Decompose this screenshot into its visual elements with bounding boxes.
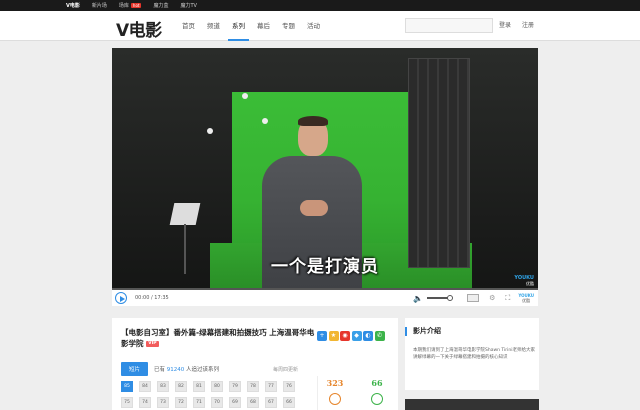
vote-down-count: 66: [371, 378, 383, 388]
episode-button[interactable]: 70: [211, 397, 223, 408]
episode-row: 85 84 83 82 81 80 79 78 77 76: [121, 381, 301, 392]
presenter-hands: [300, 200, 328, 216]
episode-button[interactable]: 78: [247, 381, 259, 392]
episode-button[interactable]: 84: [139, 381, 151, 392]
film-intro-heading: 影片介绍: [405, 327, 441, 336]
wechat-icon[interactable]: ✆: [374, 331, 385, 341]
episode-button[interactable]: 72: [175, 397, 187, 408]
episode-button[interactable]: 81: [193, 381, 205, 392]
video-info-card: 【电影自习室】番外篇-绿幕搭建和拍摄技巧 上海温哥华电影学院 VIP + ★ ◉…: [112, 318, 398, 410]
volume-icon[interactable]: 🔈: [413, 294, 423, 303]
film-intro-description: 本期我们请到了上海温哥华电影学院Shawn Tirini老师给大家讲解绿幕的一下…: [413, 348, 535, 360]
qzone-icon[interactable]: ★: [328, 331, 339, 341]
add-icon[interactable]: +: [317, 331, 327, 341]
ceiling-light: [242, 93, 248, 99]
episode-grid: 85 84 83 82 81 80 79 78 77 76 75 74 73 72 71 70 69 68 67 6…: [121, 381, 301, 410]
nav-series[interactable]: 系列: [228, 11, 249, 41]
youku-logo-cn: 优酷: [522, 298, 531, 303]
vote-down[interactable]: 66: [362, 378, 392, 405]
subscriber-info: 已有 91240 人追过该系列: [154, 365, 219, 373]
update-note: 每周四更新: [273, 367, 299, 373]
topbar-link-changku[interactable]: 场库 hot: [119, 2, 142, 9]
episode-button[interactable]: 67: [265, 397, 277, 408]
episode-button[interactable]: 66: [283, 397, 295, 408]
video-frame[interactable]: 一个是打演员 YOUKU 优酷: [112, 48, 538, 288]
topbar-link-xinpianchang[interactable]: 新片场: [92, 2, 107, 9]
vip-badge: VIP: [146, 341, 159, 347]
gear-icon[interactable]: ⚙: [489, 294, 495, 302]
episode-button[interactable]: 73: [157, 397, 169, 408]
video-player: 一个是打演员 YOUKU 优酷 00:00 / 17:35 🔈 ⚙ ⛶ YOUKU…: [112, 48, 538, 306]
vote-up[interactable]: 323: [320, 378, 350, 405]
episode-button[interactable]: 85: [121, 381, 133, 392]
side-card-dark: [405, 399, 539, 410]
episode-button[interactable]: 77: [265, 381, 277, 392]
site-header: V电影 首页 频道 系列 幕后 专题 活动 登录 注册: [0, 11, 640, 41]
episode-button[interactable]: 79: [229, 381, 241, 392]
player-controls: 00:00 / 17:35 🔈 ⚙ ⛶ YOUKU 优酷: [112, 290, 538, 306]
presenter-hair: [298, 116, 328, 126]
vote-panel: 323 66: [317, 376, 397, 410]
ceiling-light: [262, 118, 268, 124]
nav-behind-scenes[interactable]: 幕后: [257, 11, 270, 41]
weibo-icon[interactable]: ◉: [340, 331, 350, 341]
time-display: 00:00 / 17:35: [135, 295, 169, 301]
episode-button[interactable]: 69: [229, 397, 241, 408]
nav-events[interactable]: 活动: [307, 11, 320, 41]
hot-badge: hot: [130, 3, 142, 8]
tencent-weibo-icon[interactable]: ◐: [363, 331, 373, 341]
has-label: 已有: [154, 367, 166, 373]
nav-home[interactable]: 首页: [182, 11, 195, 41]
topbar-link-molihe[interactable]: 魔力盒: [153, 2, 168, 9]
tab-shorts[interactable]: 短片: [121, 362, 149, 376]
play-button[interactable]: [115, 292, 127, 304]
qq-icon[interactable]: ◆: [351, 331, 362, 341]
episode-button[interactable]: 71: [193, 397, 205, 408]
softbox-light: [169, 203, 201, 225]
auth-links: 登录 注册: [499, 11, 543, 41]
video-subtitle: 一个是打演员: [271, 257, 379, 277]
nav-channel[interactable]: 频道: [207, 11, 220, 41]
volume-knob[interactable]: [447, 295, 454, 301]
topbar-link-vmovie[interactable]: V电影: [66, 2, 80, 9]
share-buttons: + ★ ◉ ◆ ◐ ✆: [317, 331, 386, 341]
login-link[interactable]: 登录: [499, 22, 511, 29]
episode-row: 75 74 73 72 71 70 69 68 67 66: [121, 397, 301, 408]
topbar-link-changku-label: 场库: [118, 3, 129, 9]
smile-face-icon[interactable]: [371, 393, 383, 405]
episode-button[interactable]: 75: [121, 397, 133, 408]
search-input[interactable]: [406, 26, 492, 39]
light-panel: [408, 58, 470, 268]
episode-button[interactable]: 82: [175, 381, 187, 392]
episode-button[interactable]: 74: [139, 397, 151, 408]
film-intro-card: 影片介绍 本期我们请到了上海温哥华电影学院Shawn Tirini老师给大家讲解…: [405, 318, 539, 390]
fullscreen-icon[interactable]: ⛶: [505, 294, 510, 303]
top-site-bar: V电影 新片场 场库 hot 魔力盒 魔力TV: [0, 0, 640, 11]
volume-slider[interactable]: [427, 295, 454, 301]
topbar-link-molitv[interactable]: 魔力TV: [180, 2, 196, 9]
episode-button[interactable]: 76: [283, 381, 295, 392]
ceiling-light: [207, 128, 213, 134]
series-tabs: 短片 已有 91240 人追过该系列: [121, 362, 219, 376]
site-logo[interactable]: V电影: [116, 16, 162, 41]
register-link[interactable]: 注册: [522, 22, 534, 29]
youku-logo[interactable]: YOUKU 优酷: [518, 293, 534, 303]
sad-face-icon[interactable]: [329, 393, 341, 405]
episode-button[interactable]: 68: [247, 397, 259, 408]
player-controls-right: 🔈 ⚙ ⛶ YOUKU 优酷: [413, 290, 538, 306]
episode-button[interactable]: 83: [157, 381, 169, 392]
youku-watermark: YOUKU 优酷: [514, 275, 534, 287]
search-box: [405, 18, 493, 39]
main-nav: 首页 频道 系列 幕后 专题 活动: [182, 11, 332, 41]
episode-button[interactable]: 80: [211, 381, 223, 392]
subscriber-count: 91240: [166, 367, 185, 373]
vote-up-count: 323: [326, 378, 344, 388]
video-title: 【电影自习室】番外篇-绿幕搭建和拍摄技巧 上海温哥华电影学院 VIP: [121, 327, 321, 349]
subscriber-suffix: 人追过该系列: [186, 367, 220, 373]
time-current: 00:00: [135, 295, 150, 301]
time-total: 17:35: [154, 295, 169, 301]
youku-watermark-cn: 优酷: [526, 281, 534, 286]
nav-topics[interactable]: 专题: [282, 11, 295, 41]
quality-toggle[interactable]: [467, 294, 480, 302]
